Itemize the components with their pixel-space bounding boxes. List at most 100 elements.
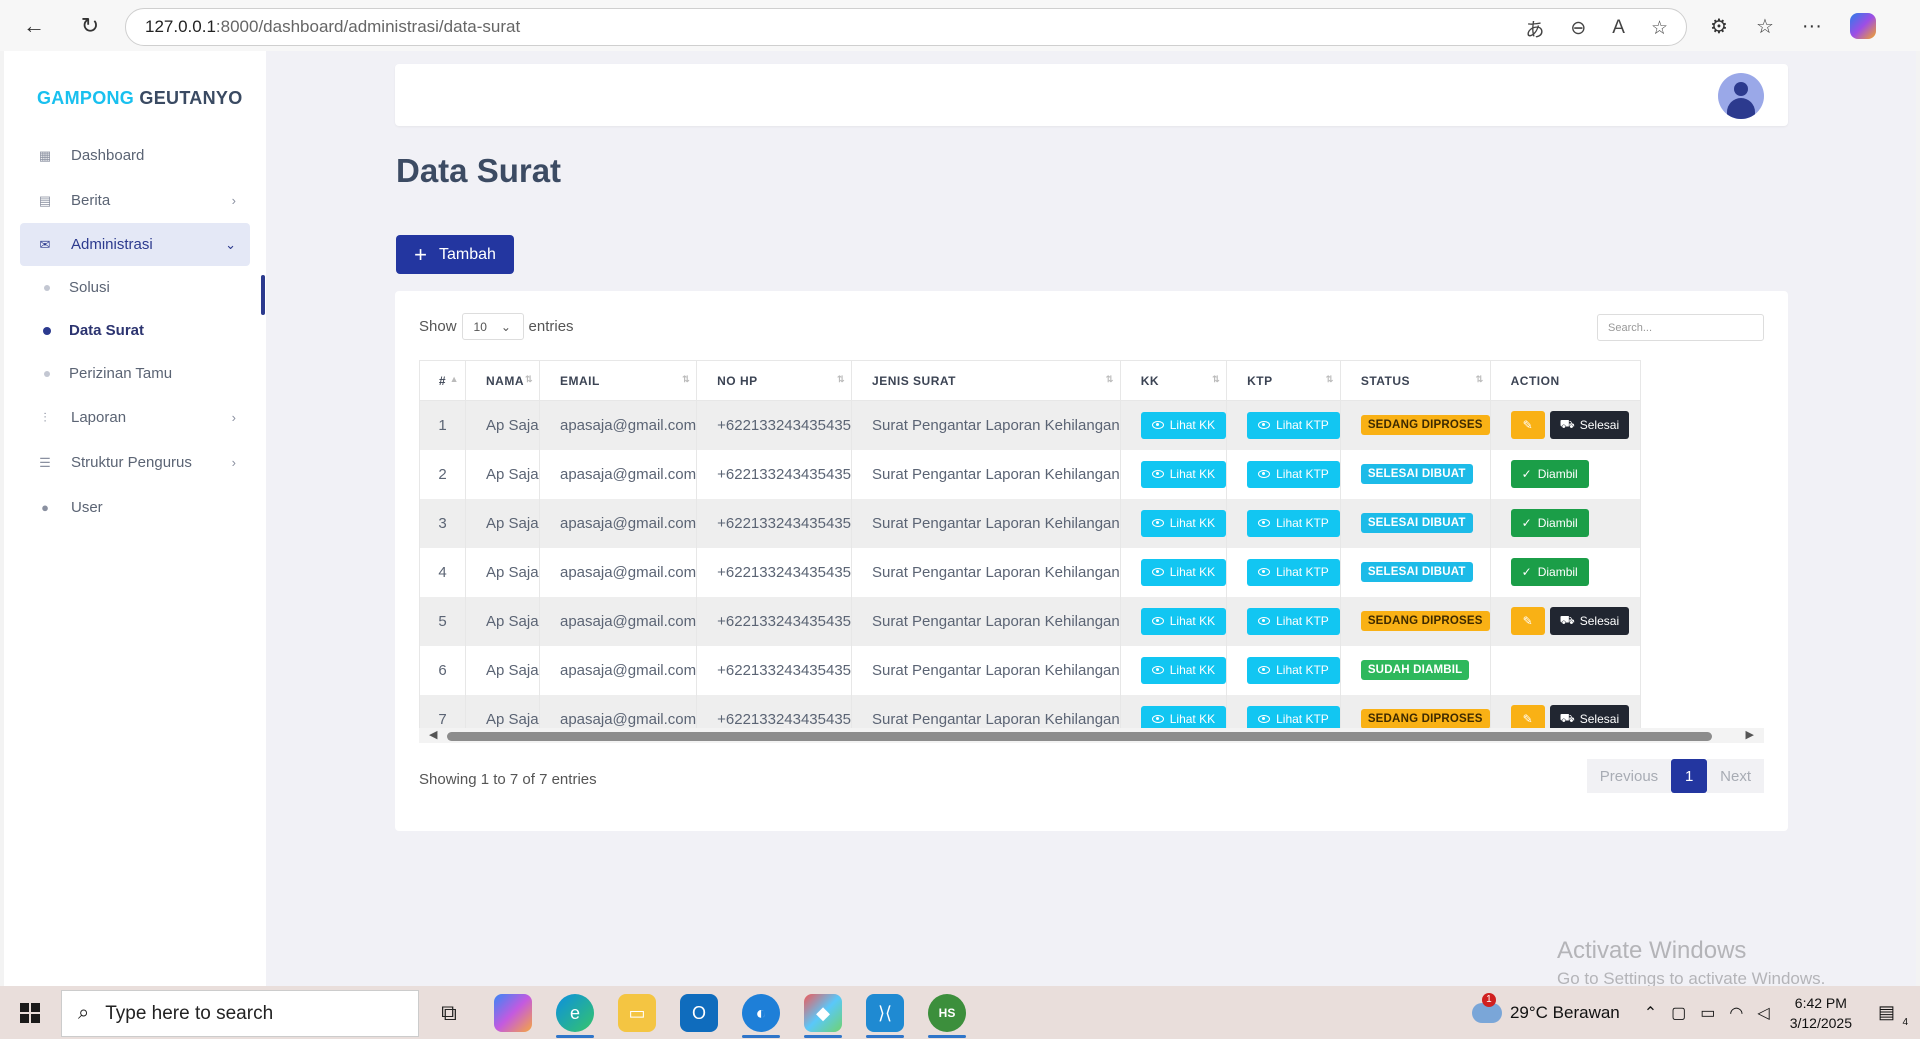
chevron-down-icon: ⌄ bbox=[225, 236, 236, 252]
lihat-kk-button[interactable]: Lihat KK bbox=[1140, 656, 1227, 684]
sidebar-item-user[interactable]: ● User bbox=[4, 485, 266, 530]
cell-action: ✓ Diambil bbox=[1489, 547, 1641, 597]
cloud-icon: 1 bbox=[1471, 992, 1502, 1023]
battery-icon[interactable]: ▭ bbox=[1700, 1003, 1715, 1023]
lihat-ktp-button[interactable]: Lihat KTP bbox=[1247, 509, 1340, 537]
horizontal-scrollbar[interactable]: ◀ ▶ bbox=[419, 728, 1764, 743]
vscode-icon[interactable]: ⟩⟨ bbox=[866, 994, 904, 1032]
page-size-select[interactable]: 10 ⌄ bbox=[461, 313, 524, 340]
column-header[interactable]: JENIS SURAT ⇅ bbox=[851, 360, 1121, 401]
hierarchy-icon: ☰ bbox=[39, 454, 51, 470]
notifications-icon[interactable]: ▤ 4 bbox=[1878, 1002, 1908, 1028]
translate-icon[interactable]: あ bbox=[1525, 15, 1544, 42]
task-view-icon[interactable]: ⧉ bbox=[430, 994, 468, 1032]
lihat-ktp-button[interactable]: Lihat KTP bbox=[1247, 460, 1340, 488]
edit-button[interactable]: ✎ bbox=[1510, 411, 1545, 440]
app-indicator bbox=[866, 1035, 904, 1038]
extensions-icon[interactable]: ⚙ bbox=[1710, 14, 1728, 39]
lihat-ktp-button[interactable]: Lihat KTP bbox=[1247, 656, 1340, 684]
edit-button[interactable]: ✎ bbox=[1510, 607, 1545, 635]
cell-nama: Ap Saja bbox=[465, 596, 540, 646]
copilot-icon[interactable] bbox=[1849, 13, 1876, 39]
sidebar-item-struktur-pengurus[interactable]: ☰ Struktur Pengurus › bbox=[4, 440, 266, 485]
cell-ktp: Lihat KTP bbox=[1226, 400, 1341, 450]
diambil-button[interactable]: ✓ Diambil bbox=[1510, 558, 1589, 586]
elephant-app-icon[interactable]: ◐ bbox=[742, 994, 780, 1032]
zoom-out-icon[interactable]: ⊖ bbox=[1570, 17, 1586, 40]
cell-action bbox=[1489, 645, 1641, 695]
sidebar-item-laporan[interactable]: ⫶ Laporan › bbox=[4, 395, 266, 440]
column-header[interactable]: EMAIL ⇅ bbox=[538, 360, 698, 401]
eye-icon bbox=[1258, 715, 1271, 723]
column-header[interactable]: STATUS ⇅ bbox=[1339, 360, 1491, 401]
users-icon: ● bbox=[41, 500, 49, 515]
table-row: 5 Ap Saja apasaja@gmail.com +62213324343543… bbox=[419, 596, 1641, 646]
lihat-kk-button[interactable]: Lihat KK bbox=[1140, 509, 1227, 537]
windows-start-icon[interactable] bbox=[20, 1003, 40, 1023]
column-header[interactable]: KTP ⇅ bbox=[1226, 360, 1341, 401]
sidebar-item-dashboard[interactable]: ▦ Dashboard bbox=[4, 133, 266, 178]
taskbar-search[interactable]: ⌕ Type here to search bbox=[61, 990, 419, 1037]
edge-icon[interactable]: e bbox=[556, 994, 594, 1032]
lihat-kk-button[interactable]: Lihat KK bbox=[1140, 411, 1227, 439]
selesai-button[interactable]: ⛟ Selesai bbox=[1549, 607, 1630, 635]
cell-no-hp: +622133243435435 bbox=[696, 547, 853, 597]
sidebar-subitem-data-surat[interactable]: Data Surat bbox=[4, 309, 266, 352]
lihat-ktp-button[interactable]: Lihat KTP bbox=[1247, 558, 1340, 586]
sidebar-subitem-perizinan-tamu[interactable]: Perizinan Tamu bbox=[4, 352, 266, 395]
column-header[interactable]: NO HP ⇅ bbox=[696, 360, 853, 401]
check-icon: ✓ bbox=[1521, 516, 1532, 530]
lihat-ktp-button[interactable]: Lihat KTP bbox=[1247, 607, 1340, 635]
diambil-button[interactable]: ✓ Diambil bbox=[1510, 460, 1589, 488]
diambil-button[interactable]: ✓ Diambil bbox=[1510, 509, 1589, 537]
next-button[interactable]: Next bbox=[1707, 759, 1764, 793]
status-badge: SEDANG DIPROSES bbox=[1360, 709, 1490, 729]
brand-logo[interactable]: GAMPONG GEUTANYO bbox=[37, 88, 243, 109]
page-1-button[interactable]: 1 bbox=[1671, 759, 1708, 793]
clock[interactable]: 6:42 PM 3/12/2025 bbox=[1790, 993, 1852, 1033]
weather-widget[interactable]: 1 29°C Berawan bbox=[1471, 992, 1620, 1023]
column-header[interactable]: # ▲ bbox=[419, 360, 466, 401]
previous-button[interactable]: Previous bbox=[1586, 759, 1672, 793]
refresh-icon[interactable]: ↻ bbox=[73, 9, 107, 43]
cell-email: apasaja@gmail.com bbox=[538, 498, 698, 548]
read-aloud-icon[interactable]: A bbox=[1612, 17, 1625, 39]
lihat-kk-button[interactable]: Lihat KK bbox=[1140, 460, 1227, 488]
column-header[interactable]: KK ⇅ bbox=[1119, 360, 1228, 401]
copilot-app-icon[interactable] bbox=[494, 994, 532, 1032]
sidebar-item-berita[interactable]: ▤ Berita › bbox=[4, 178, 266, 223]
chevron-up-icon[interactable]: ⌃ bbox=[1644, 1003, 1657, 1023]
table-info: Showing 1 to 7 of 7 entries bbox=[419, 771, 597, 788]
address-bar[interactable]: i 127.0.0.1:8000/dashboard/administrasi/… bbox=[125, 8, 1687, 507]
sort-icon: ⇅ bbox=[1105, 374, 1114, 384]
scrollbar-thumb[interactable] bbox=[447, 732, 1712, 741]
lihat-kk-button[interactable]: Lihat KK bbox=[1140, 558, 1227, 586]
back-icon[interactable]: ← bbox=[17, 9, 51, 43]
lihat-ktp-button[interactable]: Lihat KTP bbox=[1247, 411, 1340, 439]
cell-number: 4 bbox=[419, 547, 466, 597]
lihat-kk-button[interactable]: Lihat KK bbox=[1140, 607, 1227, 635]
scroll-left-icon[interactable]: ◀ bbox=[429, 728, 437, 741]
more-menu-icon[interactable]: ··· bbox=[1802, 15, 1822, 38]
selesai-button[interactable]: ⛟ Selesai bbox=[1549, 411, 1630, 440]
volume-icon[interactable]: ◁ bbox=[1757, 1003, 1769, 1023]
favorite-star-icon[interactable]: ☆ bbox=[1651, 17, 1668, 40]
heidisql-icon[interactable]: HS bbox=[928, 994, 966, 1032]
eye-icon bbox=[1151, 568, 1164, 576]
column-header[interactable]: NAMA ⇅ bbox=[465, 360, 540, 401]
favorites-icon[interactable]: ☆ bbox=[1756, 14, 1774, 39]
file-explorer-icon[interactable]: ▭ bbox=[618, 994, 656, 1032]
scroll-right-icon[interactable]: ▶ bbox=[1746, 728, 1754, 741]
git-app-icon[interactable]: ◆ bbox=[804, 994, 842, 1032]
check-icon: ✓ bbox=[1521, 467, 1532, 481]
search-input[interactable]: Search... bbox=[1597, 314, 1764, 341]
wifi-icon[interactable]: ◠ bbox=[1729, 1003, 1743, 1023]
sidebar-item-administrasi[interactable]: ✉ Administrasi ⌄ bbox=[20, 223, 250, 266]
browser-toolbar: ← ↻ i 127.0.0.1:8000/dashboard/administr… bbox=[0, 0, 1920, 507]
device-icon[interactable]: ▢ bbox=[1671, 1003, 1686, 1023]
avatar[interactable] bbox=[1718, 73, 1764, 119]
sidebar-subitem-solusi[interactable]: Solusi bbox=[4, 266, 266, 309]
add-button[interactable]: + Tambah bbox=[396, 235, 514, 274]
newspaper-icon: ▤ bbox=[38, 192, 52, 208]
outlook-icon[interactable]: O bbox=[680, 994, 718, 1032]
